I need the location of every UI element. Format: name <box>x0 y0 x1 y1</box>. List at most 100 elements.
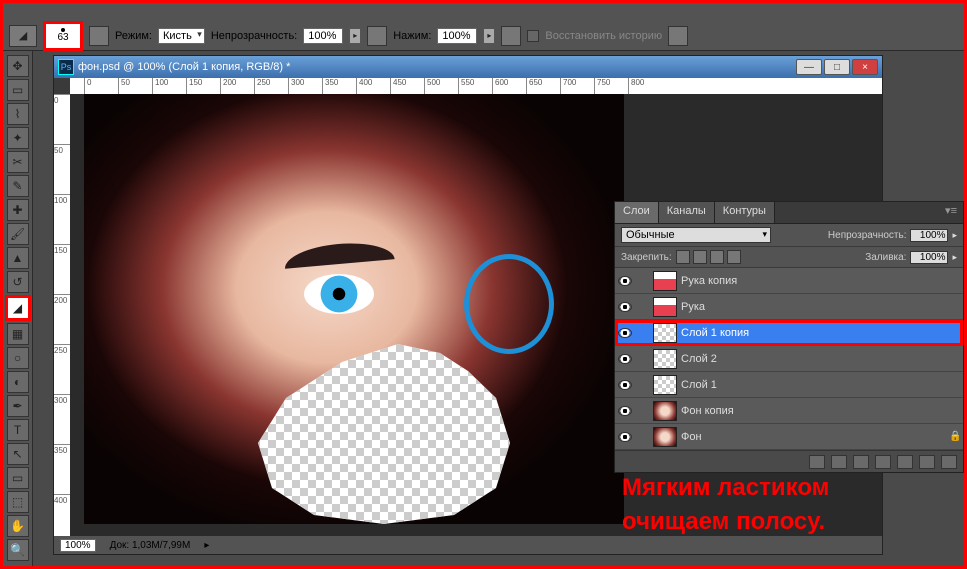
eyedropper-tool[interactable]: ✎ <box>7 175 29 197</box>
layer-thumbnail[interactable] <box>653 323 677 343</box>
blend-mode-dropdown[interactable]: Обычные <box>621 227 771 243</box>
shape-tool[interactable]: ▭ <box>7 467 29 489</box>
visibility-icon[interactable] <box>618 354 632 364</box>
marquee-tool[interactable]: ▭ <box>7 79 29 101</box>
layers-panel: Слои Каналы Контуры ▾≡ Обычные Непрозрач… <box>614 201 964 473</box>
tool-preset-icon[interactable]: ◢ <box>9 25 37 47</box>
visibility-icon[interactable] <box>618 302 632 312</box>
tab-layers[interactable]: Слои <box>615 202 659 223</box>
layer-list: Рука копия Рука Слой 1 копия Слой 2 Слой 1 Фо… <box>615 268 963 450</box>
zoom-input[interactable]: 100% <box>60 539 96 552</box>
layer-row[interactable]: Слой 2 <box>615 346 963 372</box>
canvas[interactable] <box>84 94 624 524</box>
layer-mask-icon[interactable] <box>853 455 869 469</box>
document-statusbar: 100% Док: 1,03M/7,99M ▸ <box>54 536 882 554</box>
restore-history-checkbox[interactable] <box>527 30 539 42</box>
layer-name[interactable]: Рука <box>681 301 949 313</box>
gradient-tool[interactable]: ▦ <box>7 323 29 345</box>
opacity-arrow-icon[interactable]: ▸ <box>952 230 957 241</box>
brush-tool[interactable]: 🖌 <box>7 223 29 245</box>
layer-row[interactable]: Слой 1 <box>615 372 963 398</box>
lock-image-icon[interactable] <box>693 250 707 264</box>
link-layers-icon[interactable] <box>809 455 825 469</box>
ruler-vertical[interactable]: 050100150200250300350400 <box>54 94 70 536</box>
close-button[interactable]: × <box>852 59 878 75</box>
lasso-tool[interactable]: ⌇ <box>7 103 29 125</box>
opacity-input[interactable]: 100% <box>303 28 343 44</box>
layer-thumbnail[interactable] <box>653 427 677 447</box>
layer-row[interactable]: Рука <box>615 294 963 320</box>
heal-tool[interactable]: ✚ <box>7 199 29 221</box>
move-tool[interactable]: ✥ <box>7 55 29 77</box>
layer-name[interactable]: Фон копия <box>681 405 949 417</box>
visibility-icon[interactable] <box>618 328 632 338</box>
blur-tool[interactable]: ○ <box>7 347 29 369</box>
flow-arrow-icon[interactable]: ▸ <box>483 28 495 44</box>
fill-input[interactable]: 100% <box>910 251 948 264</box>
stamp-tool[interactable]: ▲ <box>7 247 29 269</box>
layer-thumbnail[interactable] <box>653 349 677 369</box>
layer-thumbnail[interactable] <box>653 297 677 317</box>
3d-tool[interactable]: ⬚ <box>7 491 29 513</box>
tab-paths[interactable]: Контуры <box>715 202 775 223</box>
layer-row[interactable]: Фон копия <box>615 398 963 424</box>
visibility-icon[interactable] <box>618 276 632 286</box>
layer-row[interactable]: Рука копия <box>615 268 963 294</box>
hand-tool[interactable]: ✋ <box>7 515 29 537</box>
delete-layer-icon[interactable] <box>941 455 957 469</box>
path-select-tool[interactable]: ↖ <box>7 443 29 465</box>
pressure-size-icon[interactable] <box>668 26 688 46</box>
document-titlebar[interactable]: Ps фон.psd @ 100% (Слой 1 копия, RGB/8) … <box>54 56 882 78</box>
mode-label: Режим: <box>115 30 152 42</box>
mode-dropdown[interactable]: Кисть <box>158 28 205 44</box>
type-tool[interactable]: T <box>7 419 29 441</box>
layer-thumbnail[interactable] <box>653 401 677 421</box>
eraser-tool[interactable]: ◢ <box>5 295 31 321</box>
layer-name[interactable]: Слой 2 <box>681 353 949 365</box>
lock-position-icon[interactable] <box>710 250 724 264</box>
document-title: фон.psd @ 100% (Слой 1 копия, RGB/8) * <box>78 61 290 73</box>
layer-thumbnail[interactable] <box>653 271 677 291</box>
zoom-tool[interactable]: 🔍 <box>7 539 29 561</box>
pen-tool[interactable]: ✒ <box>7 395 29 417</box>
visibility-icon[interactable] <box>618 380 632 390</box>
layer-name[interactable]: Фон <box>681 431 949 443</box>
lock-all-icon[interactable] <box>727 250 741 264</box>
visibility-icon[interactable] <box>618 406 632 416</box>
fill-arrow-icon[interactable]: ▸ <box>952 252 957 263</box>
crop-tool[interactable]: ✂ <box>7 151 29 173</box>
tab-channels[interactable]: Каналы <box>659 202 715 223</box>
ruler-horizontal[interactable]: 0501001502002503003504004505005506006507… <box>70 78 882 94</box>
history-brush-tool[interactable]: ↺ <box>7 271 29 293</box>
layer-name[interactable]: Слой 1 копия <box>681 327 949 339</box>
pressure-opacity-icon[interactable] <box>367 26 387 46</box>
dodge-tool[interactable]: ◐ <box>7 371 29 393</box>
fill-label: Заливка: <box>865 252 906 263</box>
panel-menu-icon[interactable]: ▾≡ <box>939 202 963 223</box>
layer-group-icon[interactable] <box>897 455 913 469</box>
layer-thumbnail[interactable] <box>653 375 677 395</box>
layer-row[interactable]: Слой 1 копия <box>615 320 963 346</box>
brush-panel-icon[interactable] <box>89 26 109 46</box>
menubar[interactable] <box>3 3 964 21</box>
layer-row[interactable]: Фон🔒 <box>615 424 963 450</box>
maximize-button[interactable]: □ <box>824 59 850 75</box>
layer-name[interactable]: Слой 1 <box>681 379 949 391</box>
lock-transparent-icon[interactable] <box>676 250 690 264</box>
airbrush-icon[interactable] <box>501 26 521 46</box>
layer-fx-icon[interactable] <box>831 455 847 469</box>
new-layer-icon[interactable] <box>919 455 935 469</box>
ps-logo-icon: Ps <box>58 59 74 75</box>
opacity-arrow-icon[interactable]: ▸ <box>349 28 361 44</box>
options-bar: ◢ 63 Режим: Кисть Непрозрачность: 100% ▸… <box>3 21 964 51</box>
adjustment-layer-icon[interactable] <box>875 455 891 469</box>
visibility-icon[interactable] <box>618 432 632 442</box>
minimize-button[interactable]: — <box>796 59 822 75</box>
annotation-text: Мягким ластиком очищаем полосу. <box>622 471 942 538</box>
statusbar-arrow-icon[interactable]: ▸ <box>204 540 209 551</box>
brush-size-picker[interactable]: 63 <box>43 21 83 51</box>
wand-tool[interactable]: ✦ <box>7 127 29 149</box>
flow-input[interactable]: 100% <box>437 28 477 44</box>
layer-name[interactable]: Рука копия <box>681 275 949 287</box>
layer-opacity-input[interactable]: 100% <box>910 229 948 242</box>
